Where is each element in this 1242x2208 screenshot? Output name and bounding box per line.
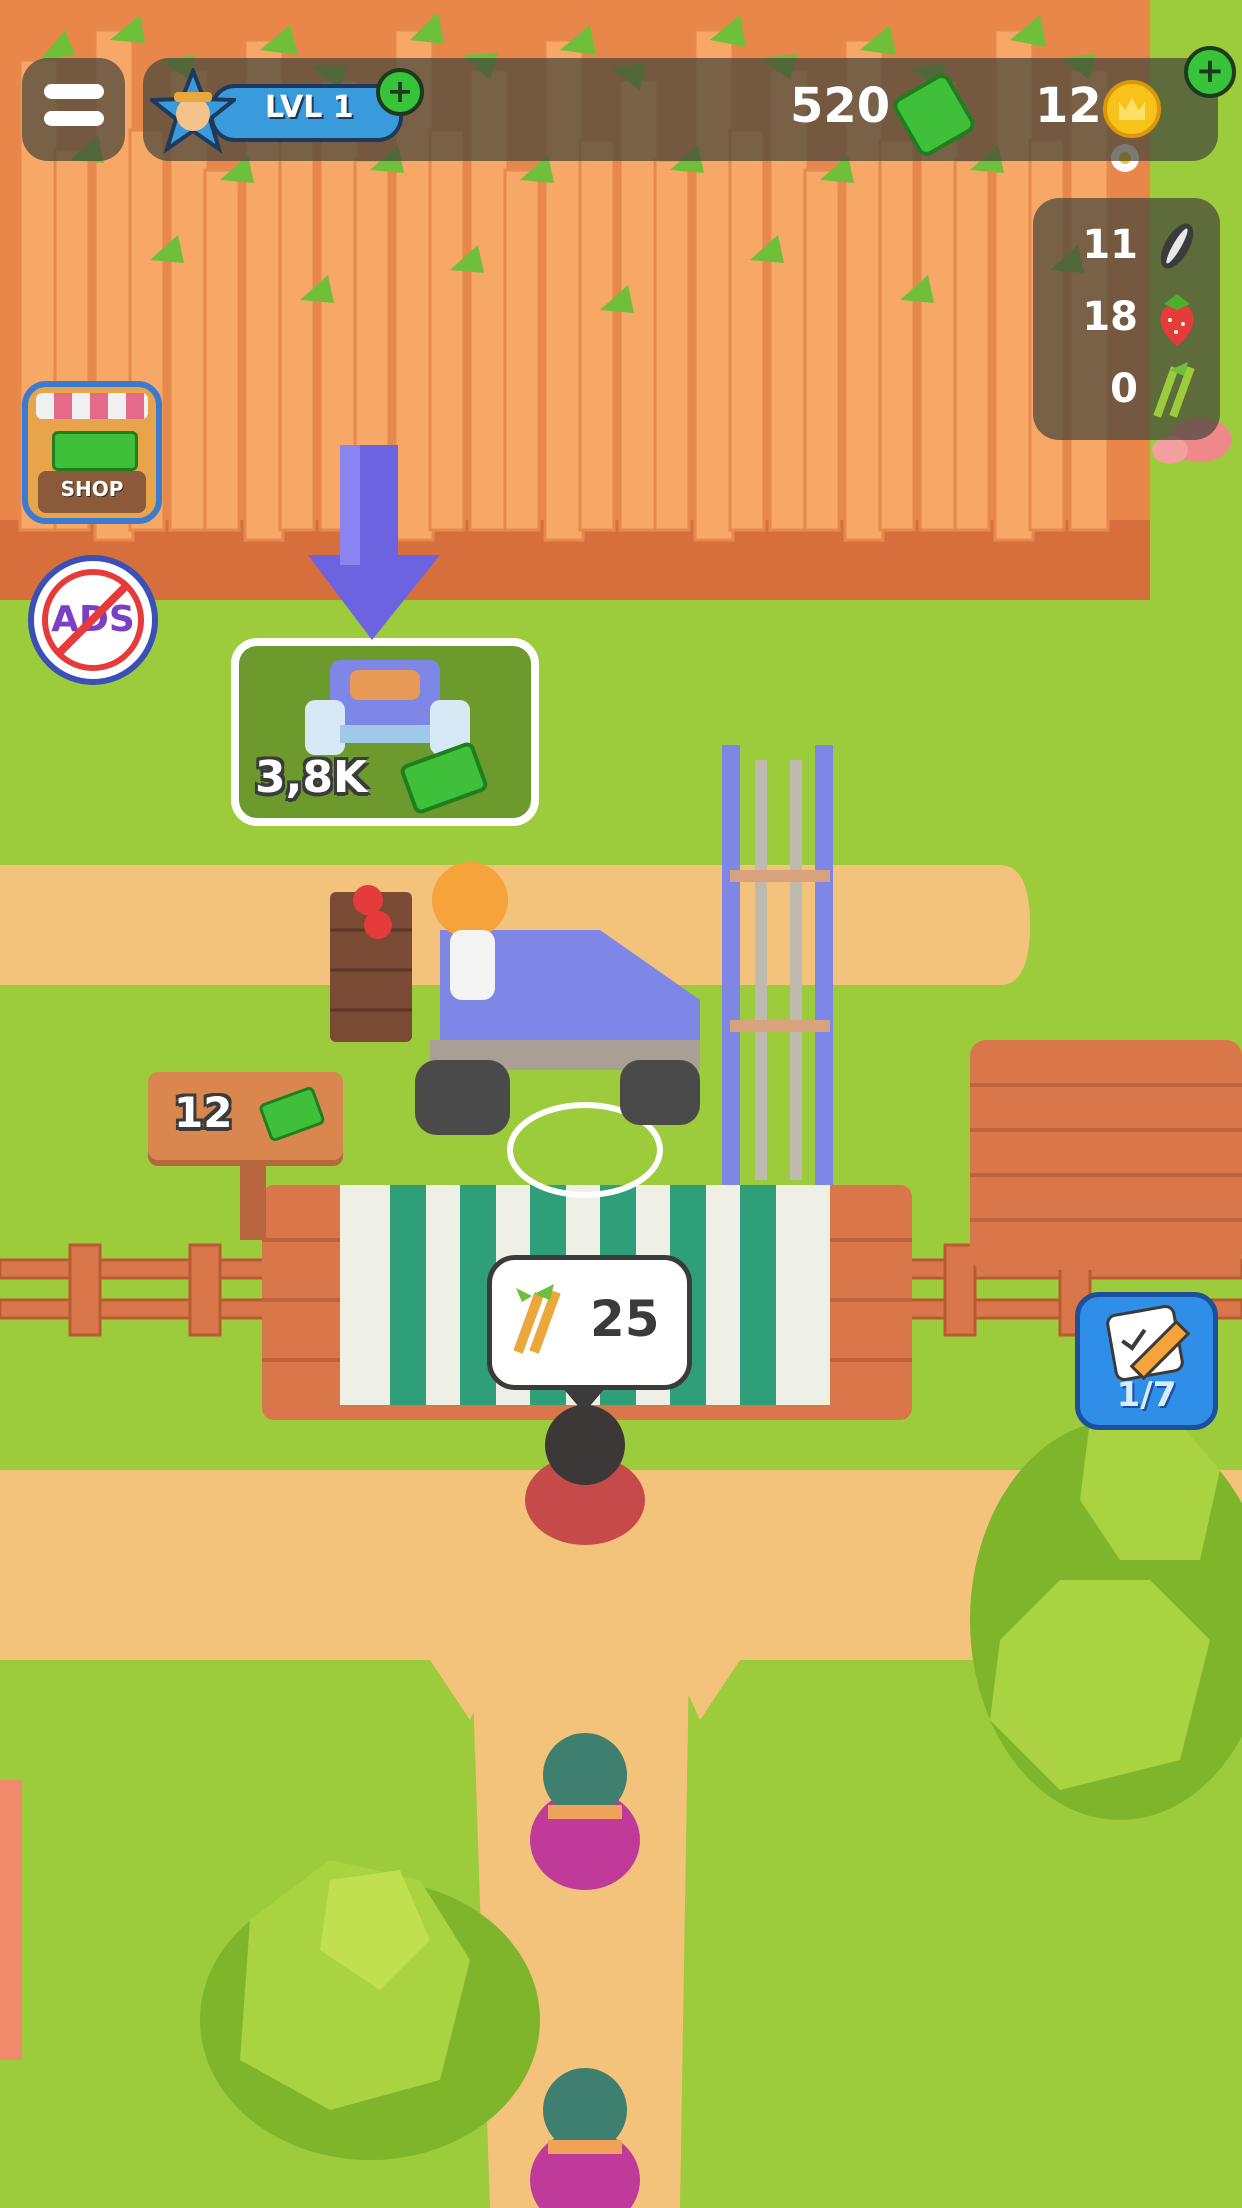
resource-count: 11 bbox=[1082, 222, 1138, 268]
request-count: 25 bbox=[590, 1290, 660, 1348]
resource-row: 11 bbox=[1033, 216, 1220, 276]
cash-amount: 520 bbox=[790, 78, 891, 134]
cash-icon bbox=[257, 1085, 327, 1143]
price-sign: 12 bbox=[148, 1072, 343, 1160]
tasks-progress: 1/7 bbox=[1116, 1375, 1177, 1415]
shop-button[interactable]: SHOP bbox=[22, 381, 162, 524]
no-ads-button[interactable]: ADS bbox=[28, 555, 158, 685]
add-level-icon[interactable]: + bbox=[376, 68, 424, 116]
customer-request-bubble: 25 bbox=[487, 1255, 692, 1413]
menu-button[interactable] bbox=[22, 58, 125, 161]
cash-stack-icon bbox=[52, 431, 138, 471]
sugarcane-icon bbox=[513, 1282, 570, 1358]
add-currency-icon[interactable]: + bbox=[1184, 46, 1236, 98]
level-badge[interactable]: LVL 1 + bbox=[146, 65, 424, 154]
coin-icon bbox=[1103, 80, 1161, 138]
level-label: LVL 1 bbox=[265, 90, 354, 125]
shop-awning-icon bbox=[36, 393, 148, 419]
resource-count: 18 bbox=[1082, 294, 1138, 340]
bubble-tail bbox=[562, 1387, 606, 1413]
resource-row: 0 bbox=[1033, 360, 1220, 420]
resource-row: 18 bbox=[1033, 288, 1220, 348]
sugarcane-icon bbox=[1150, 360, 1204, 420]
shop-label: SHOP bbox=[60, 477, 124, 501]
strawberry-icon bbox=[1150, 290, 1204, 348]
star-avatar-icon bbox=[146, 65, 240, 154]
upgrade-price: 3,8K bbox=[255, 752, 368, 803]
sunflower-seed-icon bbox=[1150, 218, 1204, 274]
resource-count: 0 bbox=[1110, 366, 1138, 412]
sign-price: 12 bbox=[174, 1088, 233, 1137]
prohibited-icon bbox=[42, 569, 144, 671]
coin-amount: 12 bbox=[1035, 78, 1102, 134]
hamburger-icon bbox=[44, 84, 104, 126]
tasks-button[interactable]: 1/7 bbox=[1075, 1292, 1218, 1430]
resources-panel: 11 18 0 bbox=[1033, 198, 1220, 440]
